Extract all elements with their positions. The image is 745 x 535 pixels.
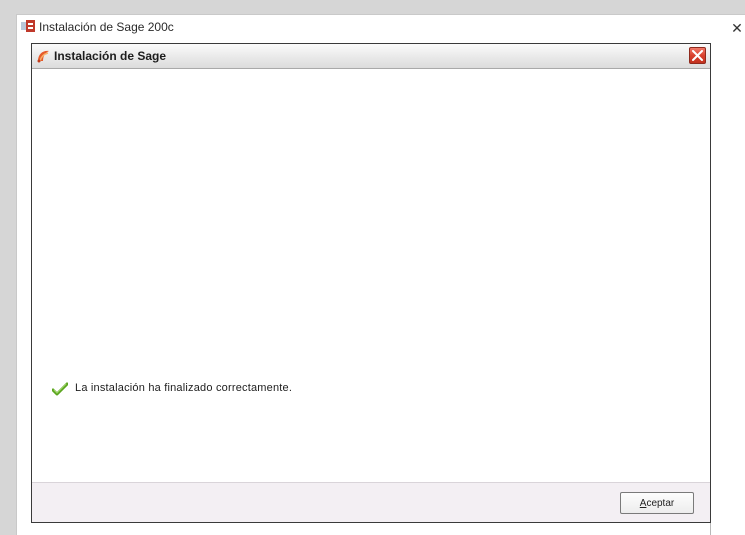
checkmark-icon: [51, 382, 69, 396]
dialog-close-button[interactable]: [689, 47, 706, 64]
accept-button[interactable]: Aceptar: [620, 492, 694, 514]
dialog-footer: Aceptar: [32, 482, 710, 522]
dialog-content-area: La instalación ha finalizado correctamen…: [32, 69, 710, 483]
dialog-title: Instalación de Sage: [54, 49, 167, 63]
sage-installer-icon: [21, 19, 35, 32]
accept-button-label: ceptar: [646, 498, 675, 509]
sage-install-dialog: Instalación de Sage La instalación ha fi…: [31, 43, 711, 523]
outer-window-titlebar: Instalación de Sage 200c ✕: [17, 15, 745, 35]
dialog-titlebar[interactable]: Instalación de Sage: [32, 44, 710, 69]
close-icon: [692, 50, 703, 61]
sage-logo-icon: [35, 48, 51, 64]
outer-window-title: Instalación de Sage 200c: [39, 20, 174, 34]
install-status-message: La instalación ha finalizado correctamen…: [75, 382, 293, 394]
outer-window-close-button[interactable]: ✕: [731, 21, 743, 35]
